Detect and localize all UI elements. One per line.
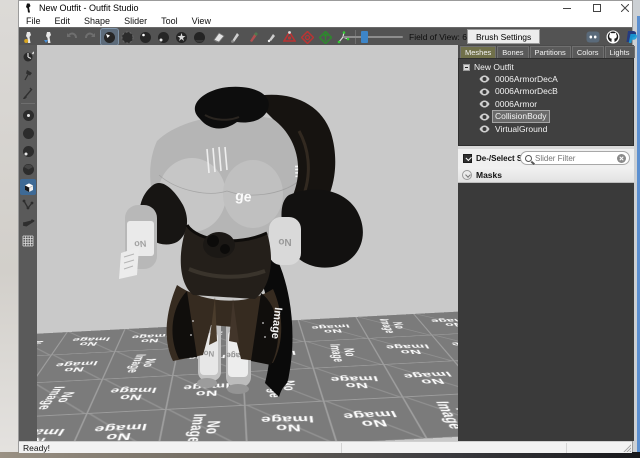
mirror-icon[interactable] bbox=[299, 29, 316, 45]
chevron-down-icon[interactable] bbox=[462, 170, 472, 180]
bone-icon[interactable] bbox=[20, 215, 36, 231]
color-brush-icon[interactable] bbox=[245, 29, 262, 45]
status-separator bbox=[341, 443, 342, 453]
slider-filter-input[interactable] bbox=[535, 154, 617, 163]
close-button[interactable] bbox=[613, 1, 637, 15]
status-separator bbox=[566, 443, 567, 453]
eye-icon[interactable] bbox=[479, 125, 490, 133]
masks-label: Masks bbox=[476, 170, 502, 180]
brush-solid-icon[interactable] bbox=[20, 125, 36, 141]
texture-fragment: No bbox=[278, 236, 291, 247]
pose-icon[interactable] bbox=[20, 49, 36, 65]
menu-file[interactable]: File bbox=[19, 15, 48, 27]
load-project-icon[interactable] bbox=[21, 29, 38, 45]
mask-brush-icon[interactable] bbox=[101, 29, 118, 45]
menu-edit[interactable]: Edit bbox=[48, 15, 78, 27]
character-model: No Image Image ge ge Im bbox=[37, 45, 458, 441]
needle-icon[interactable] bbox=[20, 85, 36, 101]
texture-fragment: ge bbox=[235, 187, 253, 205]
menu-shape[interactable]: Shape bbox=[77, 15, 117, 27]
pin-icon[interactable] bbox=[20, 67, 36, 83]
statusbar: Ready! bbox=[19, 441, 632, 453]
mesh-tree: New Outfit 0006ArmorDecA 0006ArmorDecB 0… bbox=[458, 58, 634, 146]
texture-fragment: No bbox=[203, 349, 214, 359]
right-panel: Meshes Bones Partitions Colors Lights Ne… bbox=[458, 45, 634, 441]
resize-grip[interactable] bbox=[622, 443, 631, 452]
inflate-brush-icon[interactable] bbox=[119, 29, 136, 45]
tree-item-collisionbody[interactable]: CollisionBody bbox=[459, 111, 633, 124]
left-tool-column bbox=[19, 45, 37, 441]
menu-tool[interactable]: Tool bbox=[154, 15, 185, 27]
menu-slider[interactable]: Slider bbox=[117, 15, 154, 27]
app-icon bbox=[24, 3, 34, 13]
undiff-brush-icon[interactable] bbox=[191, 29, 208, 45]
menu-view[interactable]: View bbox=[185, 15, 218, 27]
tree-root-new-outfit[interactable]: New Outfit bbox=[459, 61, 633, 73]
brush-half-icon[interactable] bbox=[20, 161, 36, 177]
window-title: New Outfit - Outfit Studio bbox=[39, 3, 139, 13]
clear-filter-icon[interactable] bbox=[617, 154, 626, 163]
fov-slider-thumb[interactable] bbox=[361, 31, 368, 43]
texture-fragment: No bbox=[133, 238, 146, 249]
paypal-icon[interactable] bbox=[623, 29, 639, 45]
slider-list-area[interactable] bbox=[458, 183, 634, 441]
brush-settings-button[interactable]: Brush Settings bbox=[467, 29, 540, 44]
desktop-right-strip bbox=[633, 0, 640, 452]
brush-falloff-icon[interactable] bbox=[20, 107, 36, 123]
viewport-3d[interactable]: No ImageNo ImageNo ImageNo ImageNo Image… bbox=[37, 45, 458, 441]
eye-icon[interactable] bbox=[479, 113, 490, 121]
deflate-brush-icon[interactable] bbox=[137, 29, 154, 45]
xmirror-cube-icon[interactable] bbox=[20, 179, 36, 195]
field-of-view-slider[interactable] bbox=[343, 36, 403, 38]
tree-item-armordeca[interactable]: 0006ArmorDecA bbox=[459, 73, 633, 86]
connected-icon[interactable] bbox=[317, 29, 334, 45]
status-text: Ready! bbox=[23, 443, 50, 453]
desktop-left-strip bbox=[0, 0, 18, 452]
tab-meshes[interactable]: Meshes bbox=[460, 46, 496, 58]
weight-brush-icon[interactable] bbox=[227, 29, 244, 45]
collision-vertex-icon[interactable] bbox=[281, 29, 298, 45]
eraser-icon[interactable] bbox=[209, 29, 226, 45]
panel-tabs: Meshes Bones Partitions Colors Lights bbox=[458, 45, 634, 58]
tab-partitions[interactable]: Partitions bbox=[530, 46, 571, 58]
masks-section-header[interactable]: Masks bbox=[458, 167, 634, 183]
tree-item-armor[interactable]: 0006Armor bbox=[459, 98, 633, 111]
tree-item-armordecb[interactable]: 0006ArmorDecB bbox=[459, 86, 633, 99]
eye-icon[interactable] bbox=[479, 75, 490, 83]
tab-bones[interactable]: Bones bbox=[497, 46, 528, 58]
toolbar: Field of View: 65 Brush Settings bbox=[19, 27, 632, 45]
eye-icon[interactable] bbox=[479, 100, 490, 108]
collapse-icon[interactable] bbox=[463, 64, 470, 71]
undo-icon[interactable] bbox=[63, 29, 80, 45]
slider-filter-box bbox=[520, 151, 630, 165]
tab-lights[interactable]: Lights bbox=[605, 46, 635, 58]
brush-offset-icon[interactable] bbox=[20, 143, 36, 159]
field-of-view-label: Field of View: 65 bbox=[409, 32, 472, 42]
grid-icon[interactable] bbox=[20, 233, 36, 249]
save-project-icon[interactable] bbox=[41, 29, 58, 45]
tab-colors[interactable]: Colors bbox=[572, 46, 604, 58]
slider-controls-bar: De-/Select Sliders bbox=[458, 149, 634, 167]
eye-icon[interactable] bbox=[479, 88, 490, 96]
lefttools-separator bbox=[21, 103, 35, 104]
tree-item-virtualground[interactable]: VirtualGround bbox=[459, 123, 633, 136]
vertex-edit-icon[interactable] bbox=[20, 197, 36, 213]
maximize-button[interactable] bbox=[585, 1, 609, 15]
alpha-brush-icon[interactable] bbox=[263, 29, 280, 45]
titlebar[interactable]: New Outfit - Outfit Studio bbox=[19, 1, 632, 15]
move-brush-icon[interactable] bbox=[155, 29, 172, 45]
discord-icon[interactable] bbox=[585, 29, 601, 45]
search-icon bbox=[525, 155, 532, 162]
minimize-button[interactable] bbox=[555, 1, 579, 15]
deselect-sliders-checkbox[interactable] bbox=[463, 154, 472, 163]
outfit-studio-window: New Outfit - Outfit Studio File Edit Sha… bbox=[18, 0, 633, 452]
smooth-brush-icon[interactable] bbox=[173, 29, 190, 45]
desktop: New Outfit - Outfit Studio File Edit Sha… bbox=[0, 0, 640, 458]
menubar: File Edit Shape Slider Tool View bbox=[19, 15, 632, 27]
github-icon[interactable] bbox=[605, 29, 621, 45]
redo-icon[interactable] bbox=[81, 29, 98, 45]
